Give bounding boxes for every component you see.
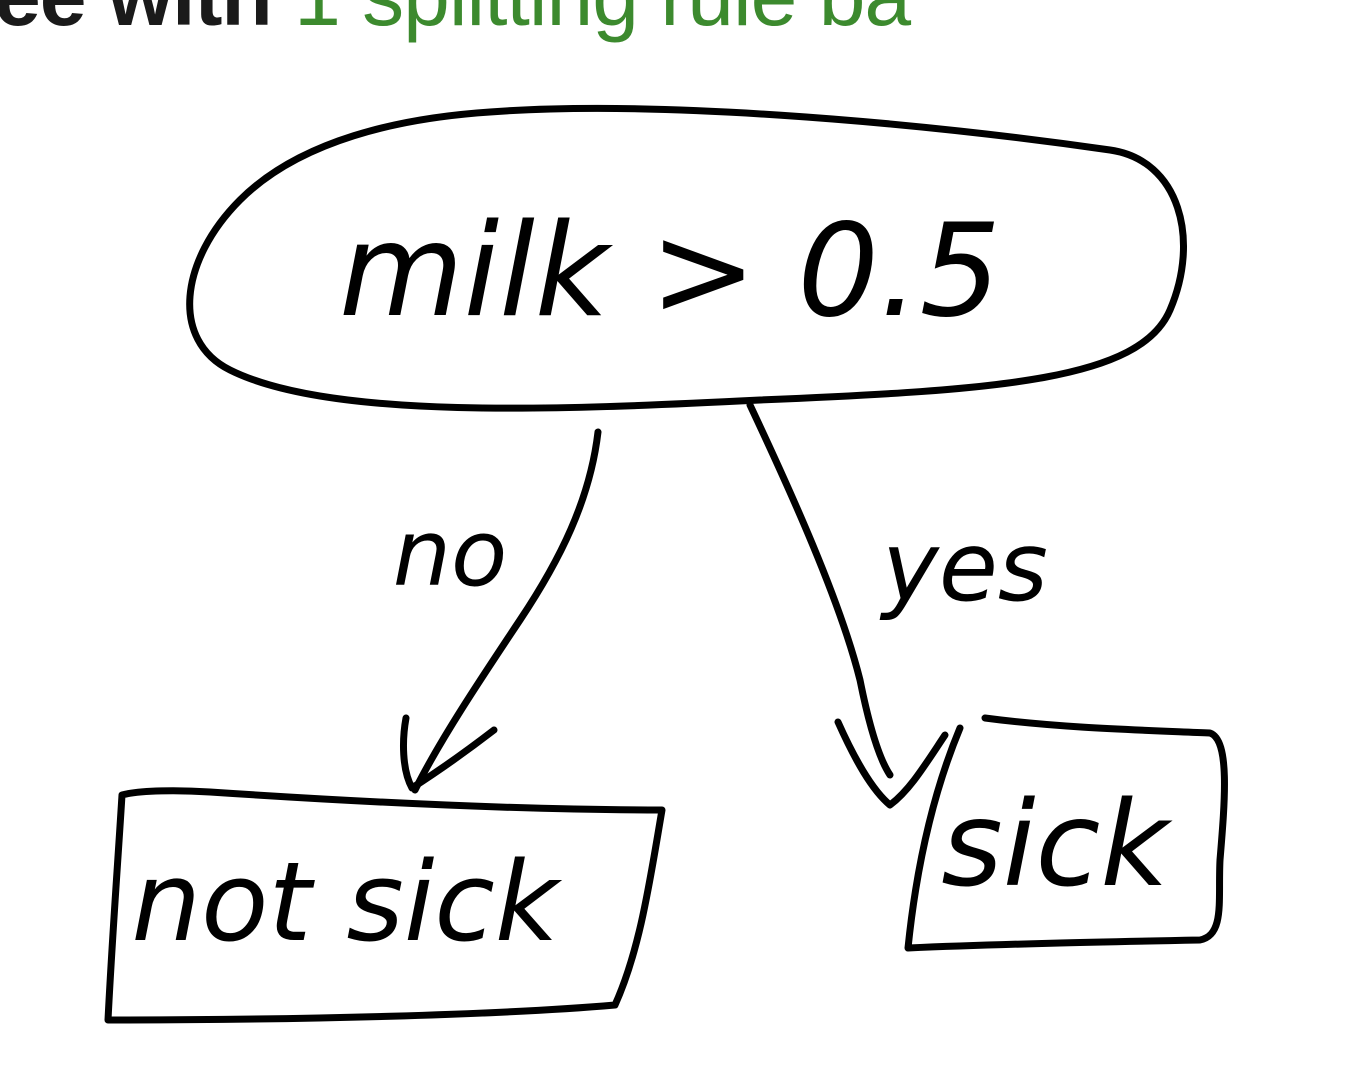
slide: ee with 1 splitting rule ba milk > 0.5 n…	[0, 0, 1352, 1072]
decision-tree-diagram: milk > 0.5 no yes not sick sick	[104, 104, 1228, 1024]
yes-edge-line	[746, 401, 894, 779]
no-edge-label: no	[393, 500, 508, 607]
yes-edge-label: yes	[879, 511, 1048, 623]
sick-leaf-label: sick	[941, 775, 1173, 913]
root-node-label: milk > 0.5	[339, 197, 1001, 346]
no-edge-line	[411, 428, 602, 794]
yes-edge-arrowhead	[834, 718, 949, 809]
not-sick-leaf-label: not sick	[131, 838, 562, 966]
